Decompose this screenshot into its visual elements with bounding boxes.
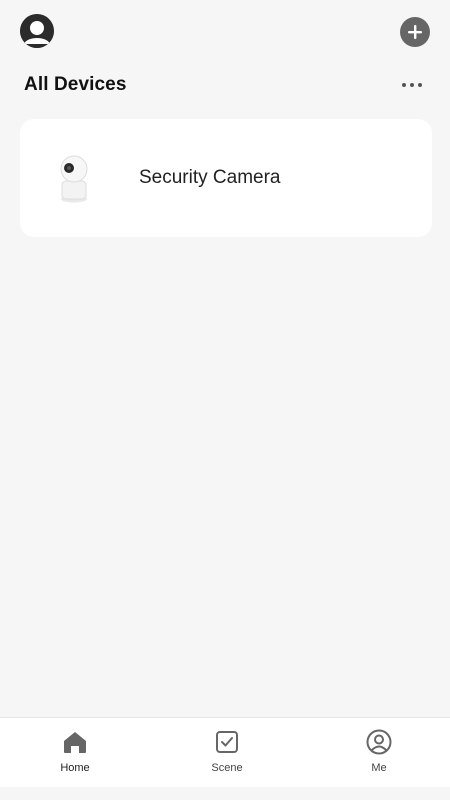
bottom-tab-bar: Home Scene Me (0, 717, 450, 787)
security-camera-icon (48, 148, 100, 208)
tab-label: Me (371, 762, 387, 774)
device-card[interactable]: Security Camera (20, 119, 432, 237)
plus-icon (408, 25, 422, 39)
tab-me[interactable]: Me (354, 718, 404, 787)
home-indicator-area (0, 787, 450, 800)
profile-icon (365, 728, 393, 756)
home-screen: All Devices Security Camera Home Scene M… (0, 0, 450, 800)
section-header: All Devices (24, 70, 426, 100)
tab-scene[interactable]: Scene (202, 718, 252, 787)
tab-home[interactable]: Home (50, 718, 100, 787)
device-name: Security Camera (139, 167, 281, 188)
more-horizontal-icon[interactable] (398, 75, 426, 95)
checkbox-icon (213, 728, 241, 756)
section-title: All Devices (24, 74, 127, 95)
add-device-button[interactable] (400, 17, 430, 47)
home-icon (61, 728, 89, 756)
user-avatar-icon[interactable] (20, 14, 54, 48)
tab-label: Scene (211, 762, 243, 774)
tab-label: Home (60, 762, 90, 774)
